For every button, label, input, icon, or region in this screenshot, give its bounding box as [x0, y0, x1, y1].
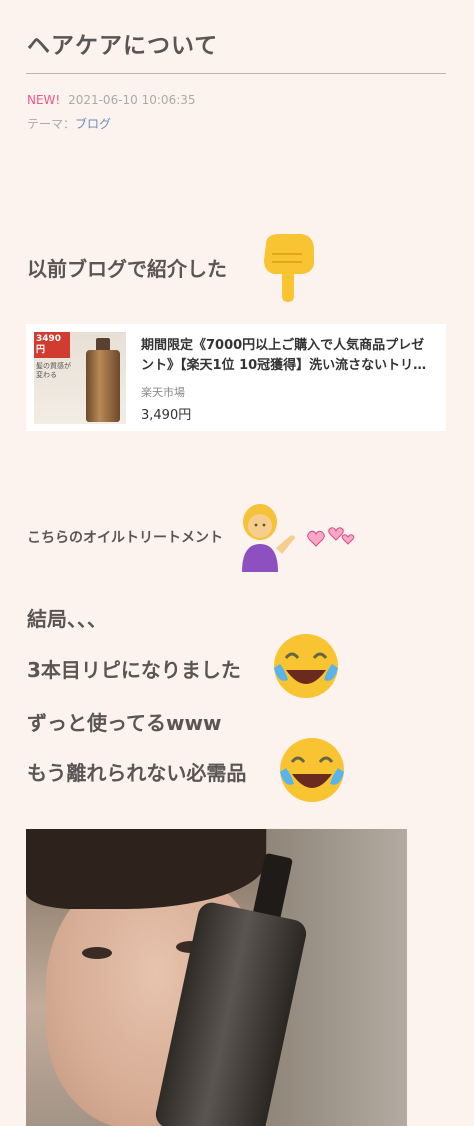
new-badge: NEW!: [27, 93, 61, 107]
product-card[interactable]: 3490円 髪の質感が変わる 期間限定《7000円以上ご購入で人気商品プレゼント…: [26, 324, 446, 431]
person-tipping-hand-icon: [242, 504, 295, 572]
hearts-icon: [307, 527, 355, 547]
price-badge: 3490円: [34, 332, 70, 358]
text-line-2: 3本目リピになりました: [27, 658, 241, 682]
theme-label: テーマ：: [27, 117, 76, 131]
product-price: 3,490円: [141, 408, 192, 423]
post-meta: NEW! 2021-06-10 10:06:35: [27, 93, 196, 107]
product-shop: 楽天市場: [141, 386, 185, 399]
theme-link[interactable]: ブログ: [75, 117, 111, 131]
text-line-3: ずっと使ってるwww: [27, 711, 222, 735]
text-line-4: もう離れられない必需品: [27, 761, 247, 785]
selfie-photo[interactable]: [26, 829, 407, 1126]
text-line-1: 結局、、、: [27, 607, 107, 631]
product-image[interactable]: 3490円 髪の質感が変わる: [34, 332, 126, 424]
pointing-down-icon: [264, 234, 314, 302]
tears-of-joy-icon: [280, 738, 344, 802]
intro-heading: 以前ブログで紹介した: [27, 257, 227, 281]
photo-eye: [82, 947, 112, 959]
post-datetime: 2021-06-10 10:06:35: [68, 93, 196, 107]
oil-treatment-text: こちらのオイルトリートメント: [27, 530, 223, 546]
tears-of-joy-icon: [274, 634, 338, 698]
post-theme: テーマ：ブログ: [27, 115, 111, 132]
title-divider: [26, 73, 446, 74]
product-title[interactable]: 期間限定《7000円以上ご購入で人気商品プレゼント》【楽天1位 10冠獲得】洗い…: [141, 336, 437, 376]
page-title: ヘアケアについて: [27, 33, 219, 59]
bottle-shape: [86, 350, 120, 422]
image-caption: 髪の質感が変わる: [36, 362, 71, 379]
